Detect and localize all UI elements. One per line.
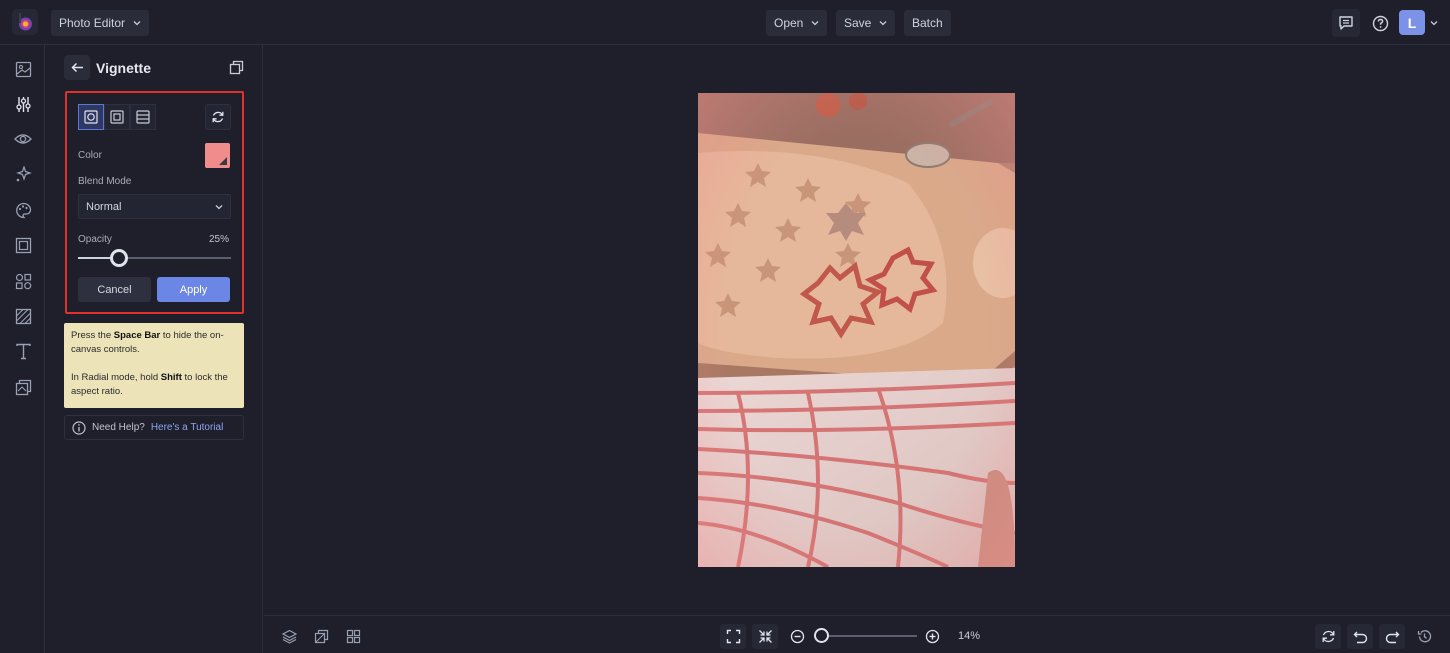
batch-label: Batch (912, 16, 943, 30)
comment-button[interactable] (1332, 9, 1360, 37)
reset-button[interactable] (205, 104, 231, 130)
cookie-baking-photo (698, 93, 1015, 567)
info-icon (72, 420, 86, 435)
chevron-down-icon (133, 21, 141, 26)
adjust-icon[interactable] (13, 94, 33, 114)
arrow-left-icon (70, 62, 83, 73)
color-label: Color (78, 150, 102, 161)
avatar[interactable]: L (1399, 10, 1425, 35)
texture-icon[interactable] (13, 306, 33, 326)
compare-icon[interactable] (308, 624, 334, 649)
help-button[interactable] (1366, 9, 1394, 37)
bottom-toolbar: 14% (264, 615, 1450, 653)
app-logo[interactable] (12, 9, 38, 35)
apply-button[interactable]: Apply (157, 277, 230, 302)
frame-icon[interactable] (13, 235, 33, 255)
panel-title: Vignette (96, 60, 151, 76)
opacity-slider-thumb[interactable] (110, 249, 129, 267)
layers-icon[interactable] (276, 624, 302, 649)
rectangle-vignette-icon (110, 110, 124, 124)
blend-mode-select[interactable]: Normal (78, 194, 231, 219)
refresh-icon (212, 111, 224, 123)
history-icon[interactable] (1411, 624, 1437, 649)
eye-icon[interactable] (13, 129, 33, 149)
duplicate-icon[interactable] (227, 58, 245, 76)
save-button[interactable]: Save (836, 10, 896, 36)
zoom-slider-thumb[interactable] (814, 628, 829, 643)
save-label: Save (844, 16, 872, 30)
band-vignette-icon (136, 110, 150, 124)
chevron-down-icon (879, 21, 887, 26)
art-icon[interactable] (13, 200, 33, 220)
open-label: Open (774, 16, 804, 30)
photo[interactable] (698, 93, 1015, 567)
app-menu-label: Photo Editor (59, 16, 126, 30)
graphics-icon[interactable] (13, 271, 33, 291)
opacity-slider-track[interactable] (78, 249, 231, 267)
zoom-in-icon[interactable] (919, 624, 945, 649)
actual-size-icon[interactable] (752, 624, 778, 649)
vignette-controls: Color Blend Mode Normal Opacity 25% Canc… (65, 91, 244, 314)
logo-icon (19, 13, 32, 31)
help-circle-icon (1372, 15, 1388, 31)
layout-icon[interactable] (13, 59, 33, 79)
rectangular-shape-button[interactable] (104, 104, 130, 130)
zoom-level: 14% (958, 630, 981, 642)
fit-screen-icon[interactable] (720, 624, 746, 649)
band-shape-button[interactable] (130, 104, 156, 130)
vignette-panel: Vignette Color Blend Mode Normal Opacity… (45, 45, 263, 653)
open-button[interactable]: Open (766, 10, 828, 36)
chevron-down-icon (811, 21, 819, 26)
redo-icon[interactable] (1379, 624, 1405, 649)
color-picker-corner-icon (219, 157, 227, 165)
opacity-label: Opacity (78, 234, 112, 245)
blend-mode-label: Blend Mode (78, 176, 132, 187)
grid-icon[interactable] (340, 624, 366, 649)
help-link-box[interactable]: Need Help? Here's a Tutorial (64, 415, 244, 440)
undo-icon[interactable] (1347, 624, 1373, 649)
top-bar: Photo Editor Open Save Batch L (0, 0, 1450, 45)
batch-button[interactable]: Batch (904, 10, 951, 36)
text-icon[interactable] (13, 341, 33, 361)
overlay-icon[interactable] (13, 377, 33, 397)
radial-shape-button[interactable] (78, 104, 104, 130)
rotate-icon[interactable] (1315, 624, 1341, 649)
back-button[interactable] (64, 55, 90, 80)
color-swatch[interactable] (205, 143, 230, 168)
vignette-shape-group (78, 104, 156, 130)
chevron-down-icon[interactable] (1430, 19, 1438, 27)
app-menu-button[interactable]: Photo Editor (51, 10, 150, 36)
help-text: Need Help? (92, 422, 145, 433)
tool-rail (0, 45, 45, 653)
zoom-slider-track[interactable] (821, 635, 917, 637)
zoom-out-icon[interactable] (784, 624, 810, 649)
opacity-value: 25% (209, 234, 230, 245)
tips-box: Press the Space Bar to hide the on-canva… (64, 323, 244, 408)
radial-vignette-icon (84, 110, 98, 124)
canvas-area[interactable] (264, 45, 1450, 615)
tip-shift: In Radial mode, hold Shift to lock the a… (71, 372, 228, 397)
tutorial-link[interactable]: Here's a Tutorial (151, 422, 224, 433)
magic-icon[interactable] (13, 164, 33, 184)
tip-space-bar: Press the Space Bar to hide the on-canva… (71, 330, 224, 355)
cancel-button[interactable]: Cancel (78, 277, 151, 302)
comment-icon (1339, 16, 1353, 30)
blend-mode-value: Normal (86, 200, 122, 213)
chevron-down-icon (215, 205, 223, 210)
